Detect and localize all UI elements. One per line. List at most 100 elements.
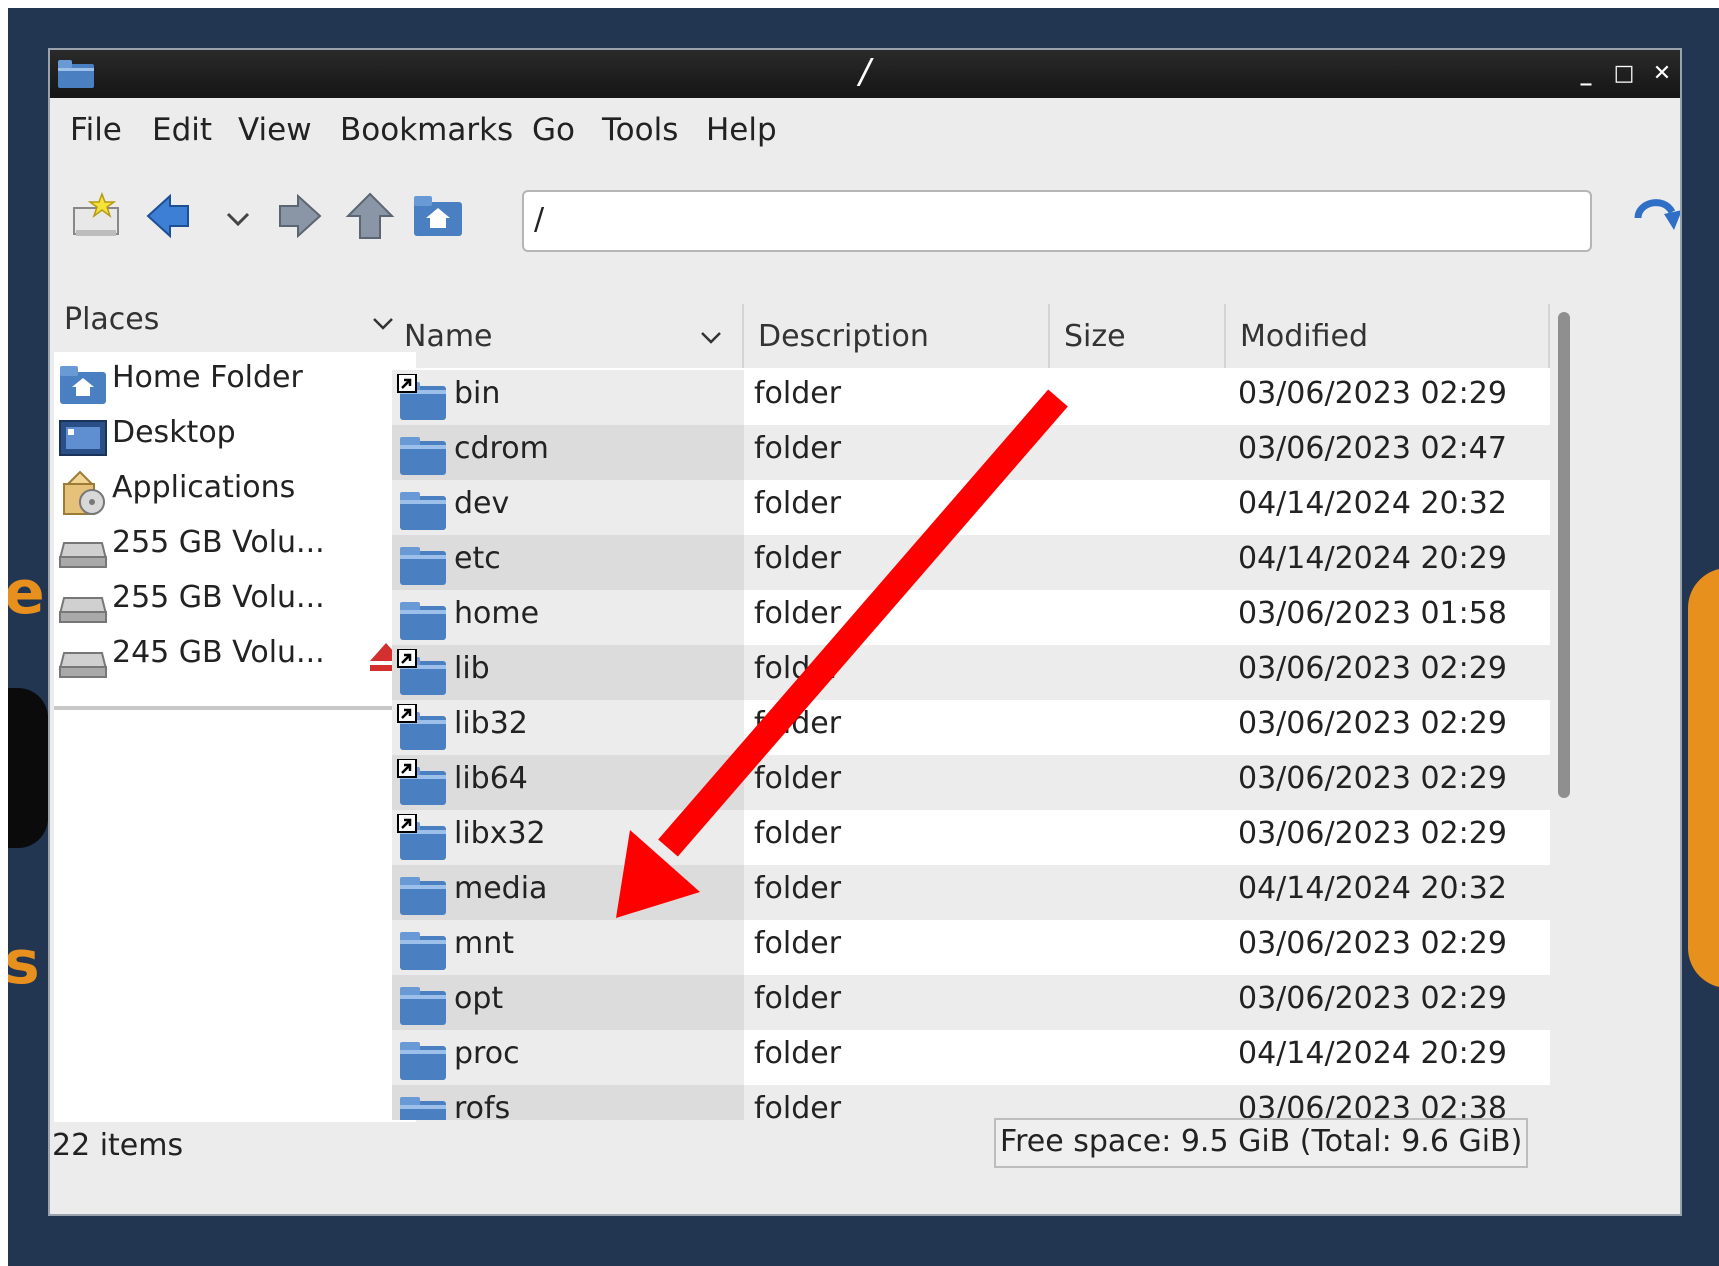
back-arrow-icon[interactable] — [142, 188, 198, 244]
file-name: rofs — [454, 1091, 511, 1120]
menu-edit[interactable]: Edit — [152, 112, 212, 148]
folder-icon — [400, 1097, 446, 1120]
column-header-modified[interactable]: Modified — [1228, 304, 1550, 370]
file-description: folder — [754, 816, 842, 851]
file-row[interactable]: lib folder 03/06/2023 02:29 — [392, 645, 1550, 700]
file-modified: 04/14/2024 20:29 — [1238, 541, 1507, 576]
file-modified: 03/06/2023 02:29 — [1238, 981, 1507, 1016]
place-volume[interactable]: 255 GB Volu... — [54, 519, 416, 575]
file-modified: 03/06/2023 02:29 — [1238, 651, 1507, 686]
refresh-icon[interactable] — [1628, 188, 1682, 244]
column-header-size[interactable]: Size — [1052, 304, 1226, 370]
file-description: folder — [754, 981, 842, 1016]
folder-icon — [397, 374, 446, 420]
file-name: libx32 — [454, 816, 546, 851]
wallpaper-decoration — [8, 688, 48, 848]
file-description: folder — [754, 1036, 842, 1071]
file-description: folder — [754, 926, 842, 961]
file-row[interactable]: dev folder 04/14/2024 20:32 — [392, 480, 1550, 535]
folder-icon — [397, 814, 446, 860]
drive-icon — [58, 597, 108, 623]
up-arrow-icon[interactable] — [342, 188, 398, 244]
file-row[interactable]: lib64 folder 03/06/2023 02:29 — [392, 755, 1550, 810]
file-name: proc — [454, 1036, 520, 1071]
file-name: lib — [454, 651, 490, 686]
file-row[interactable]: cdrom folder 03/06/2023 02:47 — [392, 425, 1550, 480]
forward-arrow-icon[interactable] — [270, 188, 326, 244]
place-desktop[interactable]: Desktop — [54, 409, 416, 465]
column-header-name[interactable]: Name — [392, 304, 744, 370]
file-row[interactable]: proc folder 04/14/2024 20:29 — [392, 1030, 1550, 1085]
folder-icon — [400, 932, 446, 970]
home-folder-icon — [60, 366, 106, 404]
place-label: Home Folder — [112, 360, 303, 395]
applications-icon — [63, 470, 105, 515]
file-row[interactable]: opt folder 03/06/2023 02:29 — [392, 975, 1550, 1030]
new-window-icon[interactable] — [68, 188, 124, 244]
scrollbar-thumb[interactable] — [1558, 312, 1570, 798]
wallpaper-decoration — [1688, 568, 1719, 988]
maximize-button[interactable]: □ — [1610, 60, 1638, 88]
place-volume[interactable]: 245 GB Volu... — [54, 629, 416, 685]
file-modified: 03/06/2023 01:58 — [1238, 596, 1507, 631]
file-modified: 03/06/2023 02:38 — [1238, 1091, 1507, 1120]
file-row[interactable]: rofs folder 03/06/2023 02:38 — [392, 1085, 1550, 1120]
file-row[interactable]: bin folder 03/06/2023 02:29 — [392, 370, 1550, 425]
file-name: media — [454, 871, 548, 906]
file-name: lib32 — [454, 706, 528, 741]
drive-icon — [58, 542, 108, 568]
menu-help[interactable]: Help — [706, 112, 777, 148]
column-label: Name — [404, 319, 493, 354]
home-folder-icon[interactable] — [410, 188, 466, 244]
file-list: bin folder 03/06/2023 02:29 cdrom folder 03/0… — [392, 368, 1550, 1120]
file-modified: 03/06/2023 02:29 — [1238, 376, 1507, 411]
menu-tools[interactable]: Tools — [602, 112, 678, 148]
file-description: folder — [754, 541, 842, 576]
menu-file[interactable]: File — [70, 112, 122, 148]
close-button[interactable]: ✕ — [1648, 60, 1676, 88]
menu-go[interactable]: Go — [532, 112, 575, 148]
folder-icon — [397, 649, 446, 695]
menu-view[interactable]: View — [238, 112, 312, 148]
file-row[interactable]: media folder 04/14/2024 20:32 — [392, 865, 1550, 920]
column-header-description[interactable]: Description — [746, 304, 1050, 370]
chevron-down-icon — [701, 332, 721, 344]
menu-bookmarks[interactable]: Bookmarks — [340, 112, 513, 148]
file-description: folder — [754, 596, 842, 631]
title-bar[interactable]: / _ □ ✕ — [50, 50, 1680, 98]
file-name: cdrom — [454, 431, 549, 466]
file-modified: 04/14/2024 20:32 — [1238, 486, 1507, 521]
file-row[interactable]: mnt folder 03/06/2023 02:29 — [392, 920, 1550, 975]
folder-icon — [400, 877, 446, 915]
place-volume[interactable]: 255 GB Volu... — [54, 574, 416, 630]
places-header[interactable]: Places — [64, 302, 159, 337]
place-home-folder[interactable]: Home Folder — [54, 354, 416, 410]
place-applications[interactable]: Applications — [54, 464, 416, 520]
file-modified: 03/06/2023 02:47 — [1238, 431, 1507, 466]
file-row[interactable]: etc folder 04/14/2024 20:29 — [392, 535, 1550, 590]
file-name: bin — [454, 376, 501, 411]
history-dropdown-icon[interactable] — [210, 188, 266, 244]
file-row[interactable]: lib32 folder 03/06/2023 02:29 — [392, 700, 1550, 755]
file-modified: 04/14/2024 20:29 — [1238, 1036, 1507, 1071]
drive-icon — [58, 652, 108, 678]
file-name: home — [454, 596, 540, 631]
file-row[interactable]: home folder 03/06/2023 01:58 — [392, 590, 1550, 645]
file-name: etc — [454, 541, 501, 576]
file-name: opt — [454, 981, 504, 1016]
file-description: folder — [754, 431, 842, 466]
wallpaper-decoration: s — [8, 928, 40, 998]
places-list: Home Folder Desktop Applications 255 GB … — [54, 352, 416, 1122]
free-space-indicator: Free space: 9.5 GiB (Total: 9.6 GiB) — [994, 1118, 1529, 1168]
file-manager-window: / _ □ ✕ File Edit View Bookmarks Go Tool… — [48, 48, 1682, 1216]
wallpaper-decoration: e — [8, 558, 45, 628]
location-input[interactable]: / — [522, 190, 1592, 252]
file-name: lib64 — [454, 761, 528, 796]
minimize-button[interactable]: _ — [1572, 60, 1600, 88]
folder-icon — [397, 759, 446, 805]
file-row[interactable]: libx32 folder 03/06/2023 02:29 — [392, 810, 1550, 865]
file-description: folder — [754, 376, 842, 411]
window-title: / — [859, 52, 871, 92]
file-modified: 03/06/2023 02:29 — [1238, 761, 1507, 796]
place-label: 255 GB Volu... — [112, 525, 325, 560]
